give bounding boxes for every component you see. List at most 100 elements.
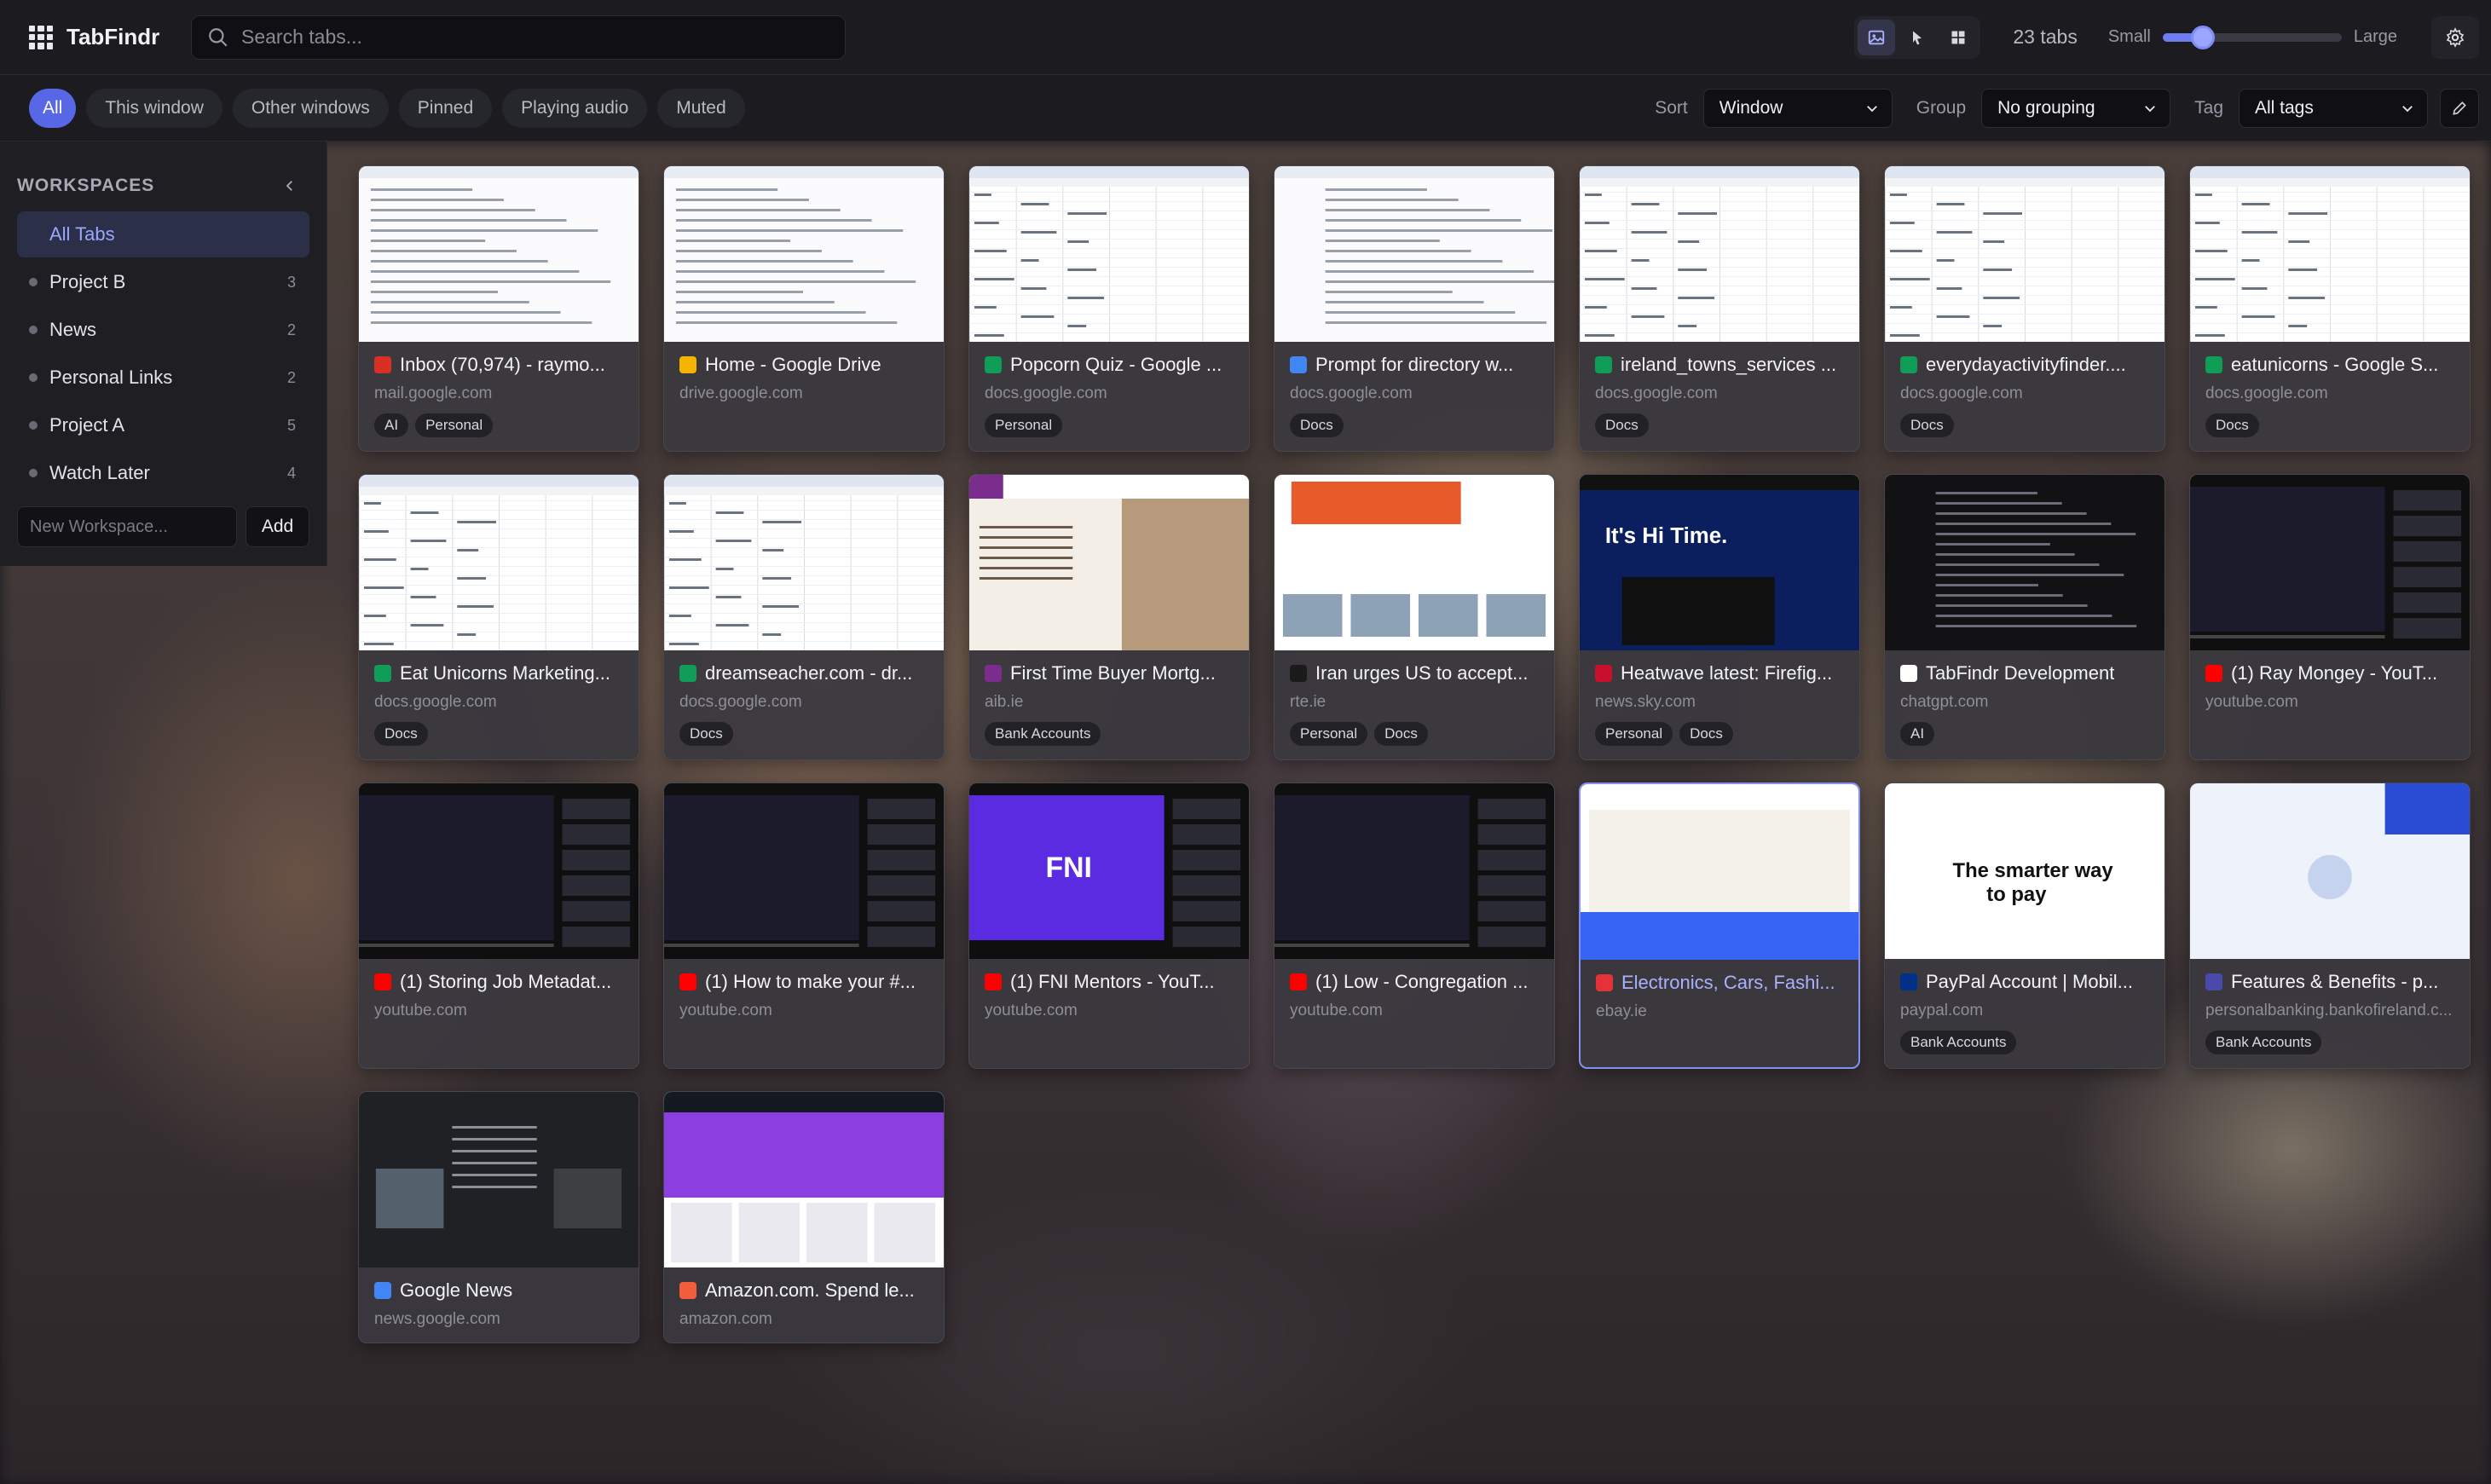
favicon-icon [1596, 974, 1613, 991]
tag-chip[interactable]: Bank Accounts [2205, 1031, 2322, 1054]
tag-chip[interactable]: Personal [985, 413, 1063, 437]
tab-card[interactable]: Inbox (70,974) - raymo... mail.google.com… [358, 165, 639, 452]
workspace-item-project-b[interactable]: Project B 3 [17, 259, 309, 305]
tab-card[interactable]: dreamseacher.com - dr... docs.google.com D… [663, 474, 945, 760]
tag-chip[interactable]: Docs [374, 722, 428, 746]
filter-bar: All This window Other windows Pinned Pla… [0, 75, 2491, 141]
tab-card[interactable]: It's Hi Time. Heatwave latest: Firefig...… [1579, 474, 1860, 760]
tab-card[interactable]: Electronics, Cars, Fashi... ebay.ie [1579, 782, 1860, 1069]
tab-tags: Docs [679, 722, 928, 746]
sort-select[interactable]: Window [1702, 88, 1893, 128]
tag-chip[interactable]: Bank Accounts [985, 722, 1101, 746]
workspace-item-all-tabs[interactable]: All Tabs [17, 211, 309, 257]
tab-card[interactable]: ireland_towns_services ... docs.google.co… [1579, 165, 1860, 452]
tag-label: Tag [2194, 97, 2223, 118]
filter-pinned[interactable]: Pinned [398, 88, 493, 128]
tab-card[interactable]: Iran urges US to accept... rte.ie Personal… [1274, 474, 1555, 760]
tab-url: youtube.com [985, 1002, 1078, 1019]
tab-url: paypal.com [1900, 1002, 1984, 1019]
tab-title: (1) Ray Mongey - YouT... [2231, 662, 2438, 684]
filter-muted[interactable]: Muted [657, 88, 745, 128]
tab-card-body: TabFindr Development chatgpt.com AI [1885, 650, 2164, 759]
tab-card[interactable]: The smarter way to pay PayPal Account | Mo… [1884, 782, 2165, 1069]
top-bar: TabFindr 23 tabs Small Large [0, 0, 2491, 75]
workspace-dot-icon [29, 278, 38, 286]
favicon-icon [374, 973, 391, 990]
tab-thumbnail [2190, 475, 2470, 650]
tag-chip[interactable]: Docs [679, 722, 733, 746]
workspace-count: 2 [286, 368, 296, 386]
tab-card[interactable]: eatunicorns - Google S... docs.google.com… [2189, 165, 2471, 452]
favicon-icon [1900, 356, 1917, 373]
tab-card[interactable]: Features & Benefits - p... personalbankin… [2189, 782, 2471, 1069]
tag-chip[interactable]: Docs [1679, 722, 1733, 746]
workspace-item-news[interactable]: News 2 [17, 307, 309, 353]
tab-card[interactable]: FNI (1) FNI Mentors - YouT... youtube.com [968, 782, 1250, 1069]
group-select[interactable]: No grouping [1981, 88, 2171, 128]
tab-card[interactable]: Eat Unicorns Marketing... docs.google.com… [358, 474, 639, 760]
tab-title: (1) How to make your #... [705, 971, 916, 992]
tab-thumbnail [664, 1092, 944, 1267]
add-workspace-button[interactable]: Add [246, 506, 309, 547]
tab-card[interactable]: (1) Storing Job Metadat... youtube.com [358, 782, 639, 1069]
workspace-item-project-a[interactable]: Project A 5 [17, 402, 309, 448]
tab-card[interactable]: Popcorn Quiz - Google ... docs.google.com… [968, 165, 1250, 452]
favicon-icon [985, 665, 1002, 682]
tag-chip[interactable]: Personal [1595, 722, 1673, 746]
tab-title: Electronics, Cars, Fashi... [1621, 972, 1835, 993]
collapse-sidebar-chevron-icon[interactable] [282, 178, 298, 193]
tab-card[interactable]: Prompt for directory w... docs.google.com… [1274, 165, 1555, 452]
tab-card[interactable]: everydayactivityfinder.... docs.google.co… [1884, 165, 2165, 452]
tab-thumbnail [2190, 783, 2470, 959]
slider-knob[interactable] [2190, 25, 2215, 49]
workspace-label: Project B [49, 271, 126, 292]
tab-title-row: First Time Buyer Mortg... [985, 662, 1234, 684]
filter-other-windows[interactable]: Other windows [232, 88, 389, 128]
tag-chip[interactable]: AI [374, 413, 409, 437]
tab-thumbnail [359, 783, 639, 959]
pointer-view-button[interactable] [1899, 20, 1936, 55]
tab-card[interactable]: Amazon.com. Spend le... amazon.com [663, 1091, 945, 1343]
filter-playing-audio[interactable]: Playing audio [502, 88, 648, 128]
tab-card[interactable]: Home - Google Drive drive.google.com [663, 165, 945, 452]
settings-button[interactable] [2431, 15, 2479, 59]
tab-card[interactable]: TabFindr Development chatgpt.com AI [1884, 474, 2165, 760]
thumbnail-size-slider[interactable] [2162, 25, 2342, 49]
tab-card-body: Iran urges US to accept... rte.ie Personal… [1274, 650, 1554, 759]
edit-tags-button[interactable] [2440, 88, 2479, 128]
favicon-icon [2205, 973, 2222, 990]
tab-title-row: Heatwave latest: Firefig... [1595, 662, 1844, 684]
tab-thumbnail [969, 166, 1249, 342]
tag-chip[interactable]: AI [1900, 722, 1935, 746]
app-name: TabFindr [66, 24, 160, 49]
group-value: No grouping [1997, 97, 2095, 118]
tag-chip[interactable]: Personal [1290, 722, 1368, 746]
tag-chip[interactable]: Docs [1290, 413, 1344, 437]
filter-this-window[interactable]: This window [86, 88, 223, 128]
search-input[interactable] [241, 26, 821, 49]
tag-chip[interactable]: Docs [1595, 413, 1649, 437]
tab-card[interactable]: First Time Buyer Mortg... aib.ie Bank Acco… [968, 474, 1250, 760]
search-box[interactable] [191, 14, 846, 60]
tab-card[interactable]: Google News news.google.com [358, 1091, 639, 1343]
tag-chip[interactable]: Docs [1374, 722, 1428, 746]
tab-card-body: Heatwave latest: Firefig... news.sky.com P… [1580, 650, 1859, 759]
tag-chip[interactable]: Docs [1900, 413, 1954, 437]
thumbnail-view-button[interactable] [1858, 19, 1896, 55]
tab-title: TabFindr Development [1926, 662, 2115, 684]
tab-card[interactable]: (1) Ray Mongey - YouT... youtube.com [2189, 474, 2471, 760]
tab-title: Heatwave latest: Firefig... [1621, 662, 1833, 684]
tag-chip[interactable]: Bank Accounts [1900, 1031, 2017, 1054]
filter-all[interactable]: All [29, 88, 77, 128]
workspace-item-personal-links[interactable]: Personal Links 2 [17, 355, 309, 401]
workspace-item-watch-later[interactable]: Watch Later 4 [17, 450, 309, 496]
workspace-dot-icon [29, 469, 38, 477]
tag-chip[interactable]: Docs [2205, 413, 2259, 437]
tag-select[interactable]: All tags [2239, 88, 2428, 128]
tab-card[interactable]: (1) How to make your #... youtube.com [663, 782, 945, 1069]
tab-card[interactable]: (1) Low - Congregation ... youtube.com [1274, 782, 1555, 1069]
grid-view-button[interactable] [1939, 20, 1977, 55]
tab-title-row: everydayactivityfinder.... [1900, 354, 2149, 376]
new-workspace-input[interactable] [17, 506, 237, 547]
tag-chip[interactable]: Personal [415, 413, 494, 437]
